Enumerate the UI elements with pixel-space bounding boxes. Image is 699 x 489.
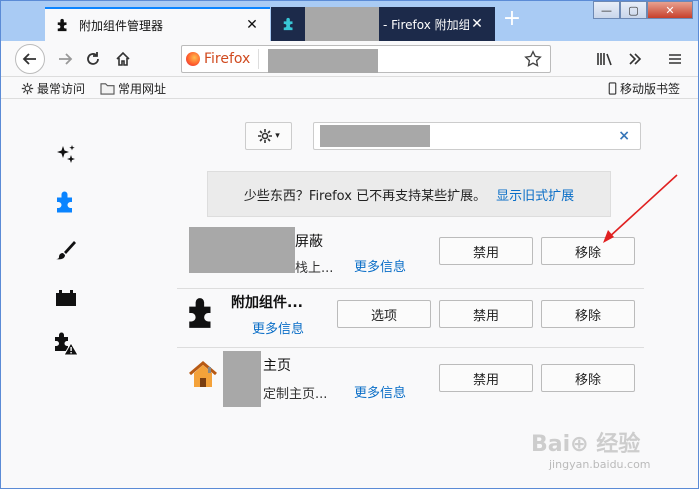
- mobile-bookmarks-label: 移动版书签: [620, 82, 681, 96]
- annotation-arrow: [603, 174, 678, 243]
- tab-strip: 附加组件管理器 ✕ - Firefox 附加组 ✕ + — ▢ ✕: [1, 1, 698, 41]
- home-button[interactable]: [109, 45, 137, 73]
- remove-button[interactable]: 移除: [541, 364, 635, 392]
- back-icon: [22, 53, 36, 65]
- reload-button[interactable]: [79, 45, 107, 73]
- themes-icon[interactable]: [53, 237, 79, 263]
- disable-button[interactable]: 禁用: [439, 237, 533, 265]
- options-button[interactable]: 选项: [337, 300, 431, 328]
- addon-name: 附加组件...: [231, 295, 303, 311]
- home-icon: [116, 51, 130, 66]
- redacted-block: [305, 7, 379, 41]
- site-identity[interactable]: Firefox: [186, 49, 260, 69]
- library-icon: [597, 53, 612, 66]
- bookmark-label: 最常访问: [37, 82, 86, 96]
- extensions-icon[interactable]: [53, 189, 79, 215]
- addon-item[interactable]: 附加组件... 更多信息 选项 禁用 移除: [177, 284, 644, 348]
- disable-button[interactable]: 禁用: [439, 364, 533, 392]
- bookmark-star-icon[interactable]: [524, 50, 542, 68]
- phone-icon: [608, 82, 617, 95]
- url-bar[interactable]: Firefox: [181, 45, 551, 73]
- forward-icon: [59, 53, 73, 65]
- puzzle-icon: [55, 17, 71, 33]
- bookmark-label: 常用网址: [118, 82, 167, 96]
- bookmark-most-visited[interactable]: 最常访问: [21, 80, 85, 97]
- tab-title: - Firefox 附加组: [383, 17, 469, 32]
- gear-icon: [258, 129, 273, 143]
- discover-icon[interactable]: [53, 142, 79, 168]
- minimize-button[interactable]: —: [593, 1, 620, 19]
- clear-search-icon[interactable]: ×: [618, 128, 630, 144]
- puzzle-icon: [281, 16, 297, 32]
- mobile-bookmarks[interactable]: 移动版书签: [608, 80, 680, 97]
- puzzle-icon: [185, 296, 219, 334]
- close-window-button[interactable]: ✕: [647, 1, 693, 19]
- remove-button[interactable]: 移除: [541, 300, 635, 328]
- addon-redacted: [189, 227, 295, 273]
- tab-title: 附加组件管理器: [79, 18, 164, 33]
- tools-menu-button[interactable]: ▾: [245, 122, 292, 150]
- bookmarks-toolbar: 最常访问 常用网址 移动版书签: [1, 77, 698, 99]
- addon-item[interactable]: 主页 定制主页... 更多信息 禁用 移除: [177, 349, 644, 413]
- overflow-icon: [629, 53, 642, 65]
- overflow-button[interactable]: [621, 45, 649, 73]
- new-tab-button[interactable]: +: [501, 8, 523, 31]
- browser-window: 附加组件管理器 ✕ - Firefox 附加组 ✕ + — ▢ ✕ Firefo…: [0, 0, 699, 489]
- identity-label: Firefox: [204, 51, 251, 67]
- forward-button[interactable]: [51, 45, 79, 73]
- folder-icon: [100, 82, 115, 95]
- navigation-toolbar: Firefox: [1, 41, 698, 77]
- library-button[interactable]: [591, 45, 619, 73]
- bookmark-common-sites[interactable]: 常用网址: [100, 80, 166, 97]
- watermark: Bai⊕ 经验: [531, 432, 641, 457]
- plugins-icon[interactable]: [53, 285, 79, 311]
- firefox-logo-icon: [186, 52, 200, 66]
- gear-icon: [21, 82, 34, 95]
- reload-icon: [87, 52, 99, 65]
- maximize-button[interactable]: ▢: [620, 1, 647, 19]
- search-redacted: [320, 125, 430, 147]
- chevron-down-icon: ▾: [275, 131, 280, 141]
- more-info-link[interactable]: 更多信息: [252, 318, 304, 337]
- url-redacted: [268, 49, 378, 73]
- watermark-url: jingyan.baidu.com: [549, 458, 651, 471]
- addon-item[interactable]: 屏蔽 栈上... 更多信息 禁用 移除: [177, 225, 644, 289]
- home-icon: [187, 359, 219, 395]
- back-button[interactable]: [15, 44, 45, 74]
- addon-description: 栈上...: [295, 261, 334, 276]
- close-icon[interactable]: ✕: [469, 16, 485, 32]
- more-info-link[interactable]: 更多信息: [354, 256, 406, 275]
- addon-description: 定制主页...: [263, 387, 328, 402]
- menu-icon: [669, 54, 681, 64]
- window-controls: — ▢ ✕: [593, 1, 693, 21]
- menu-button[interactable]: [661, 45, 689, 73]
- addon-name: 主页: [263, 358, 291, 374]
- search-input[interactable]: ×: [313, 122, 641, 150]
- disable-button[interactable]: 禁用: [439, 300, 533, 328]
- notice-text: 少些东西？Firefox 已不再支持某些扩展。: [243, 188, 487, 204]
- legacy-notice: 少些东西？Firefox 已不再支持某些扩展。 显示旧式扩展: [207, 171, 611, 217]
- show-legacy-link[interactable]: 显示旧式扩展: [496, 185, 574, 204]
- tab-firefox-addons[interactable]: - Firefox 附加组 ✕: [271, 7, 495, 41]
- addon-redacted: [223, 351, 261, 407]
- addon-name: 屏蔽: [295, 234, 323, 250]
- legacy-icon[interactable]: [53, 331, 79, 357]
- more-info-link[interactable]: 更多信息: [354, 382, 406, 401]
- tab-addons-manager[interactable]: 附加组件管理器 ✕: [45, 7, 270, 41]
- close-icon[interactable]: ✕: [244, 17, 260, 33]
